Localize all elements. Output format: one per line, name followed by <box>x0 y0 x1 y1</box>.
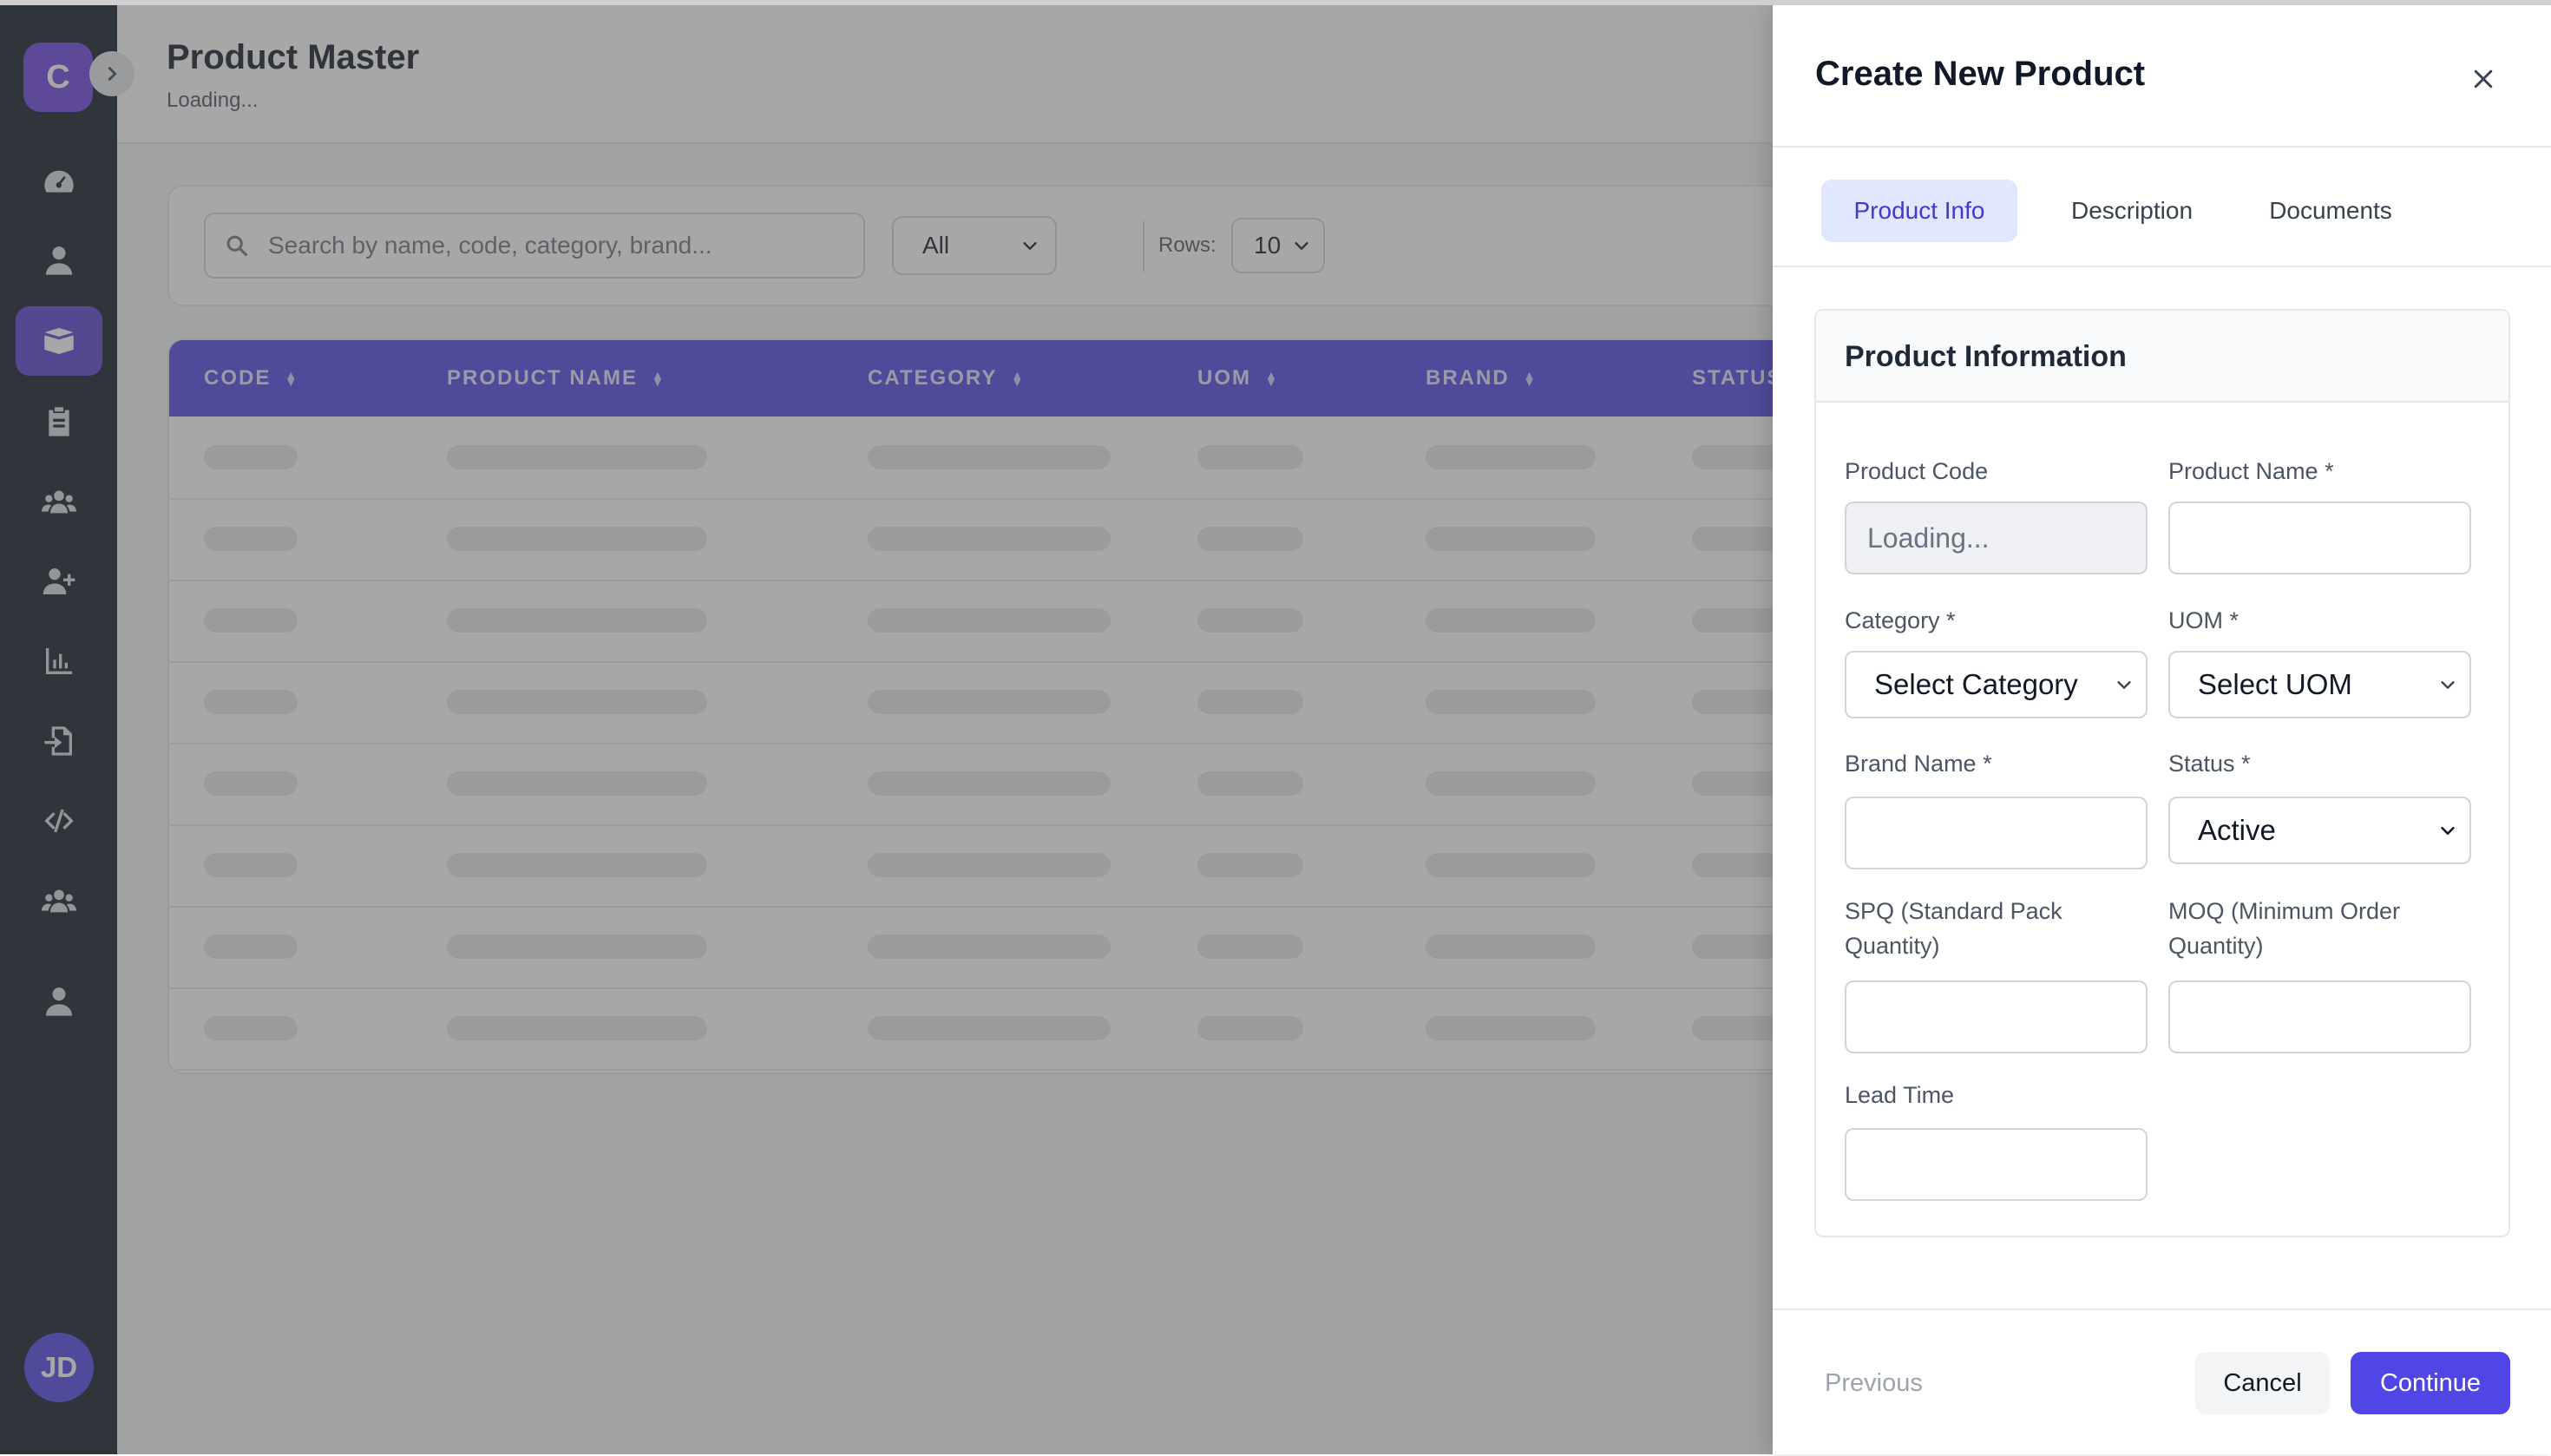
status-label: Status * <box>2168 751 2251 777</box>
tab-documents[interactable]: Documents <box>2240 180 2422 242</box>
spq-label: SPQ (Standard Pack Quantity) <box>1845 898 2062 959</box>
brand-name-label: Brand Name * <box>1845 751 1992 777</box>
chevron-down-icon <box>2441 681 2455 689</box>
section-header: Product Information <box>1816 311 2508 403</box>
category-label: Category * <box>1845 607 1956 633</box>
spq-input[interactable] <box>1845 981 2148 1053</box>
uom-label: UOM * <box>2168 607 2239 633</box>
product-code-field: Loading... <box>1845 502 2148 574</box>
cancel-button[interactable]: Cancel <box>2195 1352 2330 1414</box>
status-select-value: Active <box>2198 814 2276 846</box>
close-button[interactable] <box>2462 57 2505 101</box>
chevron-down-icon <box>2117 681 2131 689</box>
drawer-footer: Previous Cancel Continue <box>1773 1308 2551 1456</box>
close-icon <box>2474 69 2493 89</box>
section-title: Product Information <box>1845 340 2127 373</box>
uom-select-value: Select UOM <box>2198 668 2352 700</box>
category-select-value: Select Category <box>1874 668 2078 700</box>
continue-button[interactable]: Continue <box>2351 1352 2510 1414</box>
category-select[interactable]: Select Category <box>1845 651 2148 718</box>
uom-select[interactable]: Select UOM <box>2168 651 2471 718</box>
create-product-drawer: Create New Product Product Info Descript… <box>1773 5 2551 1454</box>
drawer-header: Create New Product <box>1773 5 2551 148</box>
product-information-section: Product Information Product Code Loading… <box>1814 309 2510 1237</box>
drawer-tabs: Product Info Description Documents <box>1773 148 2551 267</box>
tab-description[interactable]: Description <box>2038 180 2226 242</box>
moq-label: MOQ (Minimum Order Quantity) <box>2168 898 2401 959</box>
brand-name-input[interactable] <box>1845 797 2148 869</box>
modal-backdrop[interactable] <box>0 5 1773 1454</box>
product-name-input[interactable] <box>2168 502 2471 574</box>
status-select[interactable]: Active <box>2168 797 2471 864</box>
product-name-label: Product Name * <box>2168 458 2334 484</box>
product-code-label: Product Code <box>1845 458 1989 484</box>
chevron-down-icon <box>2441 826 2455 835</box>
moq-input[interactable] <box>2168 981 2471 1053</box>
tab-product-info[interactable]: Product Info <box>1821 180 2017 242</box>
lead-time-label: Lead Time <box>1845 1082 1955 1108</box>
window-top-border <box>0 0 2551 5</box>
lead-time-input[interactable] <box>1845 1128 2148 1201</box>
drawer-title: Create New Product <box>1815 55 2146 93</box>
previous-button[interactable]: Previous <box>1825 1352 1923 1414</box>
